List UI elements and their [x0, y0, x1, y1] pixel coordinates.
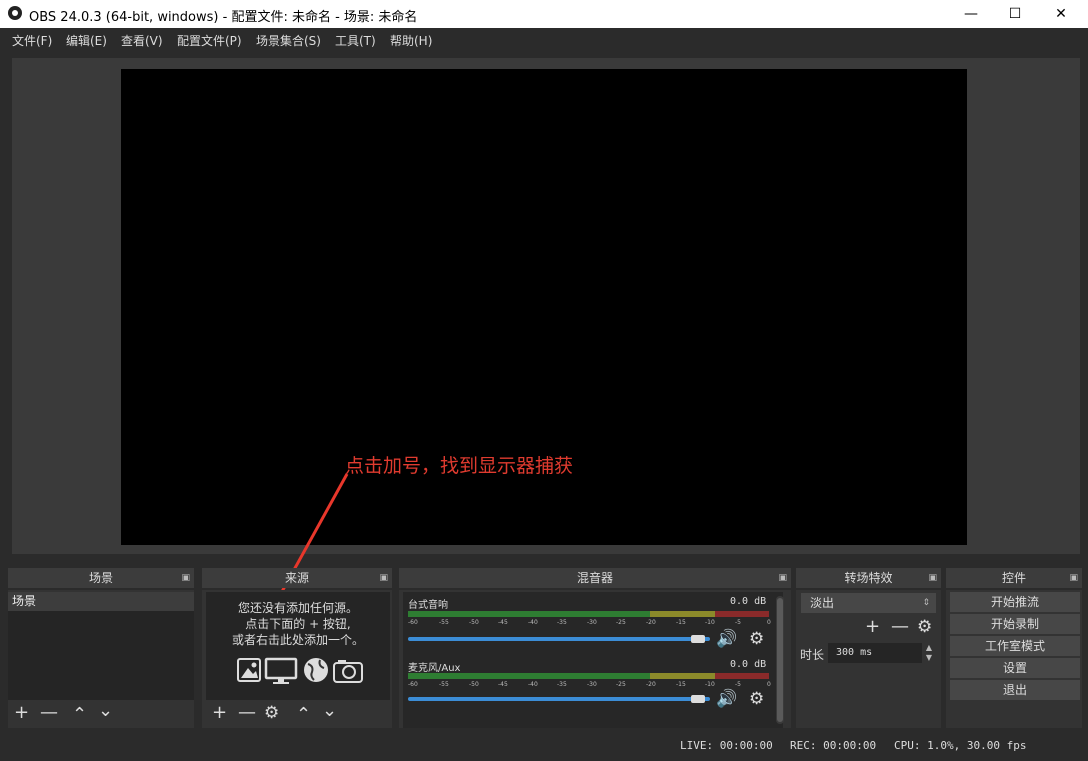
camera-icon [333, 660, 363, 683]
settings-button[interactable]: 设置 [950, 658, 1080, 678]
add-source-icon[interactable]: + [212, 704, 227, 722]
mixer-gear-icon[interactable]: ⚙ [749, 690, 764, 708]
move-scene-up-icon[interactable]: ⌃ [72, 706, 87, 724]
float-icon[interactable]: ▣ [379, 568, 388, 588]
remove-transition-icon[interactable]: — [891, 618, 909, 636]
source-properties-gear-icon[interactable]: ⚙ [264, 704, 279, 722]
float-icon[interactable]: ▣ [1069, 568, 1078, 588]
source-type-icons [237, 657, 363, 684]
sources-empty-line3: 或者右击此处添加一个。 [231, 633, 364, 647]
speaker-mute-icon[interactable]: 🔊 [716, 690, 737, 708]
image-icon [237, 658, 261, 682]
transitions-header: 转场特效 ▣ [796, 568, 941, 588]
sources-list[interactable]: 您还没有添加任何源。 点击下面的 + 按钮, 或者右击此处添加一个。 [206, 592, 390, 700]
scenes-header: 场景 ▣ [8, 568, 194, 588]
mixer-channel-name: 台式音响 [408, 600, 448, 611]
volume-slider[interactable] [408, 637, 710, 641]
start-streaming-button[interactable]: 开始推流 [950, 592, 1080, 612]
sources-empty-line2: 点击下面的 + 按钮, [245, 617, 351, 631]
volume-slider[interactable] [408, 697, 710, 701]
duration-label: 时长 [800, 648, 825, 662]
sources-empty-line1: 您还没有添加任何源。 [237, 601, 358, 615]
transition-gear-icon[interactable]: ⚙ [917, 618, 932, 636]
float-icon[interactable]: ▣ [181, 568, 190, 588]
browser-globe-icon [304, 658, 328, 682]
duration-input[interactable]: 300 ms [828, 643, 922, 663]
controls-header: 控件 ▣ [946, 568, 1082, 588]
meter-scale: -60 -55 -50 -45 -40 -35 -30 -25 -20 -15 -10 -5 0 [408, 619, 771, 626]
move-source-down-icon[interactable]: ⌄ [322, 702, 337, 720]
speaker-mute-icon[interactable]: 🔊 [716, 630, 737, 648]
volume-slider-handle[interactable] [690, 635, 705, 643]
volume-meter [408, 673, 769, 679]
start-recording-button[interactable]: 开始录制 [950, 614, 1080, 634]
mixer-header: 混音器 ▣ [399, 568, 791, 588]
exit-button[interactable]: 退出 [950, 680, 1080, 700]
move-scene-down-icon[interactable]: ⌄ [98, 702, 113, 720]
sources-header: 来源 ▣ [202, 568, 392, 588]
add-transition-icon[interactable]: + [865, 618, 880, 636]
duration-spinner[interactable]: ▲ ▼ [922, 643, 936, 663]
add-scene-icon[interactable]: + [14, 704, 29, 722]
volume-meter [408, 611, 769, 617]
mixer-channel-name: 麦克风/Aux [408, 663, 461, 674]
chevron-updown-icon: ⇕ [922, 598, 930, 608]
studio-mode-button[interactable]: 工作室模式 [950, 636, 1080, 656]
mixer-channel-db: 0.0 dB [730, 596, 767, 607]
scene-item[interactable]: 场景 [8, 592, 194, 611]
mixer-channel-db: 0.0 dB [730, 659, 767, 670]
move-source-up-icon[interactable]: ⌃ [296, 706, 311, 724]
remove-scene-icon[interactable]: — [40, 704, 58, 722]
transition-selected-value: 淡出 [810, 596, 835, 610]
volume-slider-handle[interactable] [690, 695, 705, 703]
display-capture-icon [264, 657, 298, 684]
status-bar: LIVE: 00:00:00 REC: 00:00:00 CPU: 1.0%, … [0, 733, 1088, 761]
float-icon[interactable]: ▣ [928, 568, 937, 588]
mixer-gear-icon[interactable]: ⚙ [749, 630, 764, 648]
scenes-list[interactable]: 场景 [8, 592, 194, 700]
rec-status: REC: 00:00:00 [790, 739, 877, 752]
mixer-scrollbar[interactable] [776, 596, 784, 724]
transition-select[interactable]: 淡出 ⇕ [801, 593, 936, 613]
remove-source-icon[interactable]: — [238, 704, 256, 722]
cpu-status: CPU: 1.0%, 30.00 fps [894, 739, 1027, 752]
live-status: LIVE: 00:00:00 [680, 739, 773, 752]
float-icon[interactable]: ▣ [778, 568, 787, 588]
